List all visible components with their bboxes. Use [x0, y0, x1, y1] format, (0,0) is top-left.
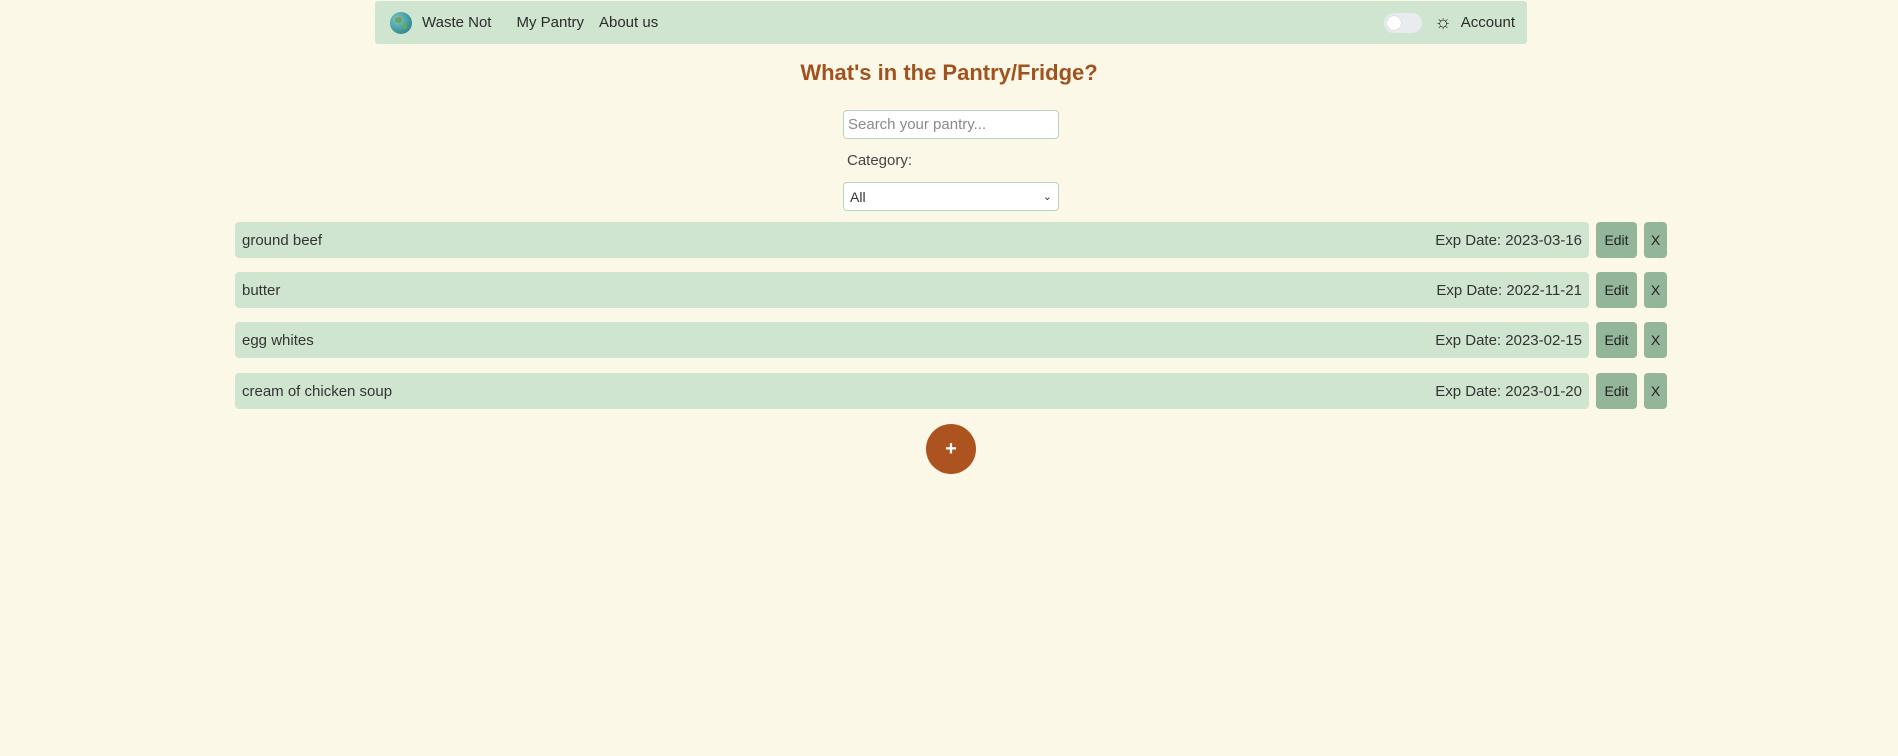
- chevron-down-icon: ⌄: [1042, 191, 1052, 203]
- item-exp-date: Exp Date: 2023-01-20: [1435, 383, 1582, 400]
- exp-prefix: Exp Date:: [1435, 231, 1502, 249]
- item-name: ground beef: [242, 231, 323, 249]
- delete-button[interactable]: X: [1644, 272, 1667, 308]
- pantry-row: cream of chicken soup Exp Date: 2023-01-…: [235, 373, 1667, 409]
- pantry-item[interactable]: butter Exp Date: 2022-11-21: [235, 272, 1589, 308]
- category-selected-value: All: [850, 188, 866, 205]
- item-exp-date: Exp Date: 2023-02-15: [1435, 332, 1582, 349]
- pantry-item[interactable]: ground beef Exp Date: 2023-03-16: [235, 222, 1589, 258]
- sun-icon: ☼: [1434, 12, 1452, 33]
- search-input[interactable]: [843, 110, 1059, 139]
- pantry-item[interactable]: cream of chicken soup Exp Date: 2023-01-…: [235, 373, 1589, 409]
- brand-name[interactable]: Waste Not: [422, 14, 491, 31]
- page-title: What's in the Pantry/Fridge?: [800, 60, 1098, 85]
- nav-link-about-us[interactable]: About us: [599, 14, 658, 31]
- globe-logo-icon[interactable]: [390, 11, 412, 34]
- navbar: Waste Not My Pantry About us ☼ Account: [375, 1, 1527, 44]
- nav-link-my-pantry[interactable]: My Pantry: [516, 14, 584, 31]
- category-select[interactable]: All ⌄: [843, 182, 1059, 211]
- exp-prefix: Exp Date:: [1435, 382, 1502, 400]
- edit-button[interactable]: Edit: [1596, 322, 1637, 358]
- pantry-row: egg whites Exp Date: 2023-02-15 Edit X: [235, 322, 1667, 358]
- item-name: butter: [242, 281, 281, 299]
- pantry-row: butter Exp Date: 2022-11-21 Edit X: [235, 272, 1667, 308]
- exp-value: 2023-01-20: [1505, 382, 1582, 400]
- edit-button[interactable]: Edit: [1596, 222, 1637, 258]
- exp-value: 2023-03-16: [1505, 231, 1582, 249]
- delete-button[interactable]: X: [1644, 373, 1667, 409]
- item-exp-date: Exp Date: 2022-11-21: [1436, 282, 1582, 299]
- item-name: cream of chicken soup: [242, 382, 393, 400]
- pantry-row: ground beef Exp Date: 2023-03-16 Edit X: [235, 222, 1667, 258]
- item-name: egg whites: [242, 331, 314, 349]
- delete-button[interactable]: X: [1644, 222, 1667, 258]
- theme-toggle[interactable]: [1384, 12, 1423, 33]
- add-item-button[interactable]: +: [926, 424, 976, 474]
- toggle-knob: [1387, 15, 1402, 30]
- account-link[interactable]: Account: [1461, 14, 1515, 31]
- exp-value: 2023-02-15: [1505, 331, 1582, 349]
- delete-button[interactable]: X: [1644, 322, 1667, 358]
- category-label: Category:: [847, 152, 913, 169]
- exp-value: 2022-11-21: [1506, 281, 1582, 299]
- edit-button[interactable]: Edit: [1596, 272, 1637, 308]
- exp-prefix: Exp Date:: [1436, 281, 1503, 299]
- exp-prefix: Exp Date:: [1435, 331, 1502, 349]
- item-exp-date: Exp Date: 2023-03-16: [1435, 232, 1582, 249]
- edit-button[interactable]: Edit: [1596, 373, 1637, 409]
- pantry-item[interactable]: egg whites Exp Date: 2023-02-15: [235, 322, 1589, 358]
